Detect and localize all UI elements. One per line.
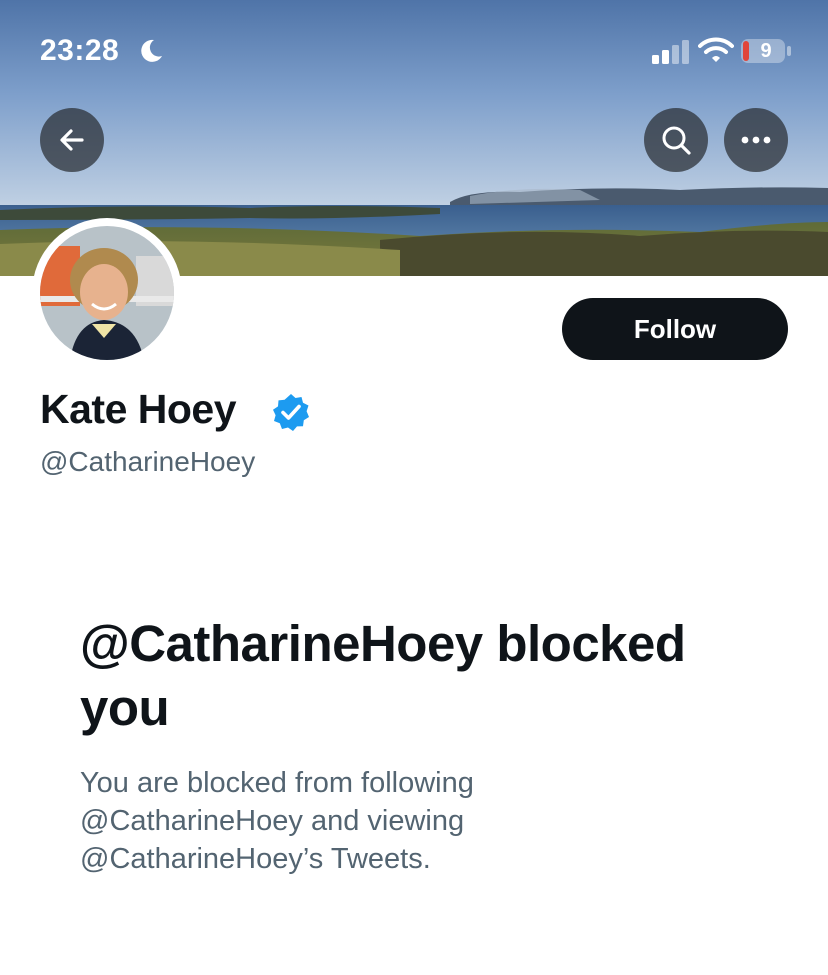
- follow-button[interactable]: Follow: [562, 298, 788, 360]
- more-icon: [741, 136, 771, 144]
- back-button[interactable]: [40, 108, 104, 172]
- battery-level: 9: [760, 40, 772, 62]
- signal-icon: [652, 40, 689, 64]
- status-time: 23:28: [40, 34, 120, 67]
- blocked-description: You are blocked from following @Catharin…: [80, 767, 474, 875]
- more-options-button[interactable]: [724, 108, 788, 172]
- moon-icon: [141, 39, 162, 62]
- verified-badge-icon: [273, 394, 309, 431]
- back-arrow-icon: [60, 129, 84, 151]
- blocked-title: @CatharineHoey blocked you: [80, 615, 686, 736]
- search-button[interactable]: [644, 108, 708, 172]
- profile-handle: @CatharineHoey: [40, 446, 256, 477]
- wifi-icon: [698, 37, 734, 62]
- profile-display-name: Kate Hoey: [40, 386, 237, 432]
- search-icon: [662, 126, 691, 155]
- avatar[interactable]: [32, 218, 182, 368]
